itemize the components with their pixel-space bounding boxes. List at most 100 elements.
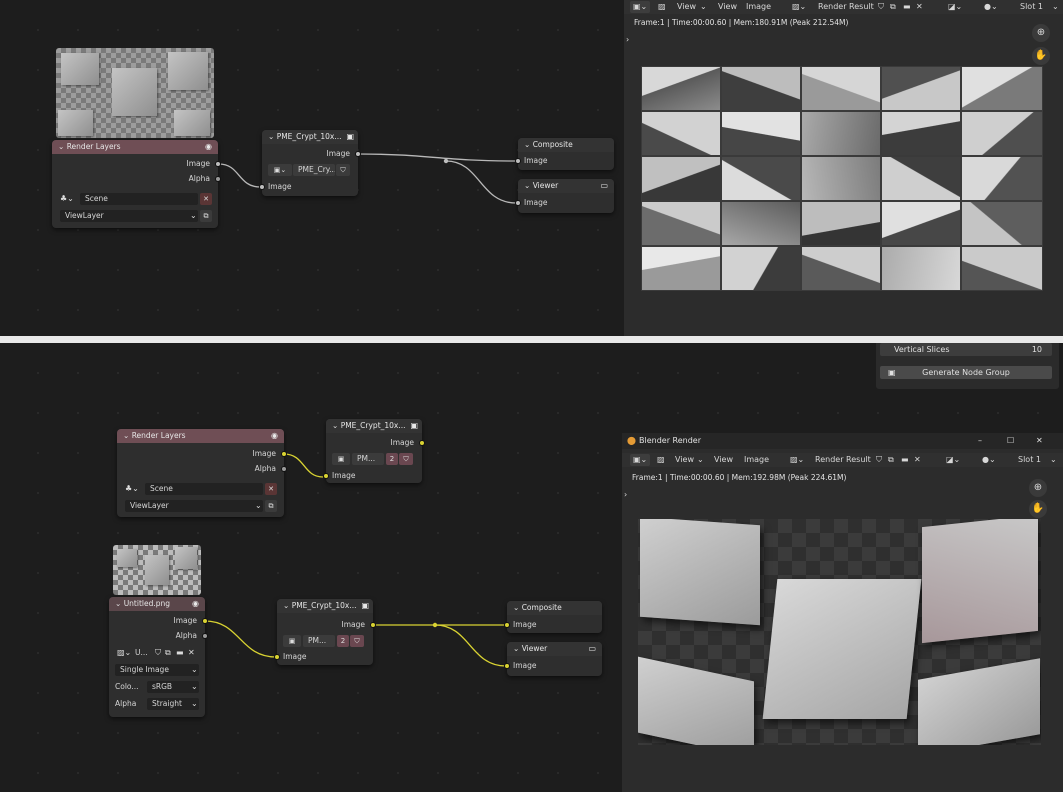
image-icon[interactable]: ▨⌄ xyxy=(117,647,131,659)
copy-icon[interactable]: ⧉ xyxy=(890,0,896,14)
window-close-icon[interactable]: ✕ xyxy=(1036,433,1043,449)
view-toggle-icon[interactable]: ▨ xyxy=(657,453,665,467)
monitor-icon[interactable]: ▭ xyxy=(600,179,608,193)
generate-node-group-button[interactable]: ▣ Generate Node Group xyxy=(880,366,1052,379)
overlay-icon[interactable]: ●⌄ xyxy=(984,0,998,14)
scene-field[interactable]: Scene xyxy=(145,483,263,495)
chevron-down-icon[interactable]: ⌄ xyxy=(1050,453,1057,467)
chevron-down-icon[interactable]: ⌄ xyxy=(190,210,197,222)
chevron-down-icon[interactable]: ⌄ xyxy=(332,421,338,430)
folder-icon[interactable]: ▬ xyxy=(901,453,909,467)
folder-icon[interactable]: ▬ xyxy=(903,0,911,14)
output-alpha-socket[interactable] xyxy=(202,633,208,639)
viewer-node[interactable]: ⌄ Viewer ▭ Image xyxy=(515,179,614,213)
crypt-node-header[interactable]: ⌄ PME_Crypt_10x... ▣ xyxy=(277,599,373,613)
image-icon[interactable]: ▨⌄ xyxy=(792,0,806,14)
shield-icon[interactable]: ⛉ xyxy=(399,453,413,465)
editor-type-button[interactable]: ▣⌄ xyxy=(630,1,651,13)
chevron-down-icon[interactable]: ⌄ xyxy=(115,599,121,608)
group-name-field[interactable]: PME_Cry... xyxy=(293,164,335,176)
copy-icon[interactable]: ⧉ xyxy=(200,210,212,222)
composite-node[interactable]: ⌄ Composite Image xyxy=(504,601,602,633)
eye-icon[interactable]: ◉ xyxy=(271,429,278,443)
shield-icon[interactable]: ⛉ xyxy=(350,635,364,647)
scene-icon[interactable]: ♣⌄ xyxy=(125,483,139,495)
close-icon[interactable]: ✕ xyxy=(916,0,923,14)
node-group-selector[interactable]: ▣ xyxy=(283,635,301,647)
crypt-node-group[interactable]: ⌄ PME_Crypt_10x... ▣ Image ▣ PM... 2 ⛉ I… xyxy=(323,419,425,483)
viewer-node[interactable]: ⌄ Viewer ▭ Image xyxy=(504,642,602,676)
output-image-socket[interactable] xyxy=(370,622,376,628)
chevron-right-icon[interactable]: › xyxy=(626,34,629,46)
output-image-socket[interactable] xyxy=(281,451,287,457)
eye-icon[interactable]: ◉ xyxy=(205,140,212,154)
display-channels-icon[interactable]: ◪⌄ xyxy=(946,453,960,467)
chevron-down-icon[interactable]: ⌄ xyxy=(283,601,289,610)
window-maximize-icon[interactable]: ☐ xyxy=(1007,433,1014,449)
hand-icon[interactable]: ✋ xyxy=(1032,47,1050,65)
input-image-socket[interactable] xyxy=(259,184,265,190)
render-layers-node[interactable]: ⌄ Render Layers ◉ Image Alpha ♣⌄ Scene ✕… xyxy=(52,140,221,228)
crypt-node-header[interactable]: ⌄ PME_Crypt_10x... ▣ xyxy=(326,419,422,433)
image-name-field[interactable]: U... xyxy=(133,647,153,659)
crypt-node-group-2[interactable]: ⌄ PME_Crypt_10x... ▣ Image ▣ PM... 2 ⛉ I… xyxy=(274,599,376,665)
vertical-slices-field[interactable]: Vertical Slices 10 xyxy=(880,343,1052,356)
viewer-node-header[interactable]: ⌄ Viewer ▭ xyxy=(507,642,602,656)
chevron-down-icon[interactable]: ⌄ xyxy=(191,698,198,710)
copy-icon[interactable]: ⧉ xyxy=(165,647,171,659)
shield-icon[interactable]: ⛉ xyxy=(155,647,161,659)
chevron-down-icon[interactable]: ⌄ xyxy=(524,140,530,149)
chevron-down-icon[interactable]: ⌄ xyxy=(700,0,707,14)
slot-dropdown[interactable]: Slot 1 xyxy=(1018,453,1041,467)
input-image-socket[interactable] xyxy=(274,654,280,660)
folder-icon[interactable]: ▬ xyxy=(176,647,184,659)
monitor-icon[interactable]: ▭ xyxy=(588,642,596,656)
source-dropdown[interactable]: Single Image xyxy=(115,664,199,676)
input-image-socket[interactable] xyxy=(504,622,510,628)
input-image-socket[interactable] xyxy=(515,200,521,206)
editor-type-button[interactable]: ▣⌄ xyxy=(630,454,651,466)
view-menu[interactable]: View xyxy=(714,453,733,467)
output-alpha-socket[interactable] xyxy=(215,176,221,182)
output-alpha-socket[interactable] xyxy=(281,466,287,472)
input-image-socket[interactable] xyxy=(323,473,329,479)
users-count[interactable]: 2 xyxy=(337,635,349,647)
composite-node[interactable]: ⌄ Composite Image xyxy=(515,138,614,170)
chevron-down-icon[interactable]: ⌄ xyxy=(191,681,198,693)
scene-icon[interactable]: ♣⌄ xyxy=(60,193,74,205)
composite-node-header[interactable]: ⌄ Composite xyxy=(518,138,614,152)
image-node-header[interactable]: ⌄ Untitled.png ◉ xyxy=(109,597,205,611)
output-image-socket[interactable] xyxy=(355,151,361,157)
render-result-image[interactable] xyxy=(641,66,1043,291)
group-name-field[interactable]: PM... xyxy=(352,453,384,465)
render-layers-header[interactable]: ⌄ Render Layers ◉ xyxy=(117,429,284,443)
output-image-socket[interactable] xyxy=(419,440,425,446)
chevron-down-icon[interactable]: ⌄ xyxy=(255,500,262,512)
chevron-down-icon[interactable]: ⌄ xyxy=(1052,0,1059,14)
input-image-socket[interactable] xyxy=(504,663,510,669)
chevron-down-icon[interactable]: ⌄ xyxy=(524,181,530,190)
users-count[interactable]: 2 xyxy=(386,453,398,465)
chevron-down-icon[interactable]: ⌄ xyxy=(268,132,274,141)
chevron-down-icon[interactable]: ⌄ xyxy=(123,431,129,440)
shield-icon[interactable]: ⛉ xyxy=(878,0,884,14)
view-dropdown[interactable]: View xyxy=(675,453,694,467)
chevron-right-icon[interactable]: › xyxy=(624,489,627,501)
node-group-selector[interactable]: ▣⌄ xyxy=(268,164,292,176)
composite-node-header[interactable]: ⌄ Composite xyxy=(507,601,602,615)
overlay-icon[interactable]: ●⌄ xyxy=(982,453,996,467)
close-icon[interactable]: ✕ xyxy=(265,483,277,495)
view-layer-field[interactable]: ViewLayer xyxy=(60,210,198,222)
eye-icon[interactable]: ◉ xyxy=(192,597,199,611)
image-menu[interactable]: Image xyxy=(744,453,769,467)
group-name-field[interactable]: PM... xyxy=(303,635,335,647)
zoom-icon[interactable]: ⊕ xyxy=(1029,479,1047,497)
render-layers-node[interactable]: ⌄ Render Layers ◉ Image Alpha ♣⌄ Scene ✕… xyxy=(117,429,287,517)
slot-dropdown[interactable]: Slot 1 xyxy=(1020,0,1043,14)
copy-icon[interactable]: ⧉ xyxy=(265,500,277,512)
close-icon[interactable]: ✕ xyxy=(200,193,212,205)
view-dropdown[interactable]: View xyxy=(677,0,696,14)
image-name[interactable]: Render Result xyxy=(815,453,871,467)
close-icon[interactable]: ✕ xyxy=(188,647,195,659)
view-menu[interactable]: View xyxy=(718,0,737,14)
